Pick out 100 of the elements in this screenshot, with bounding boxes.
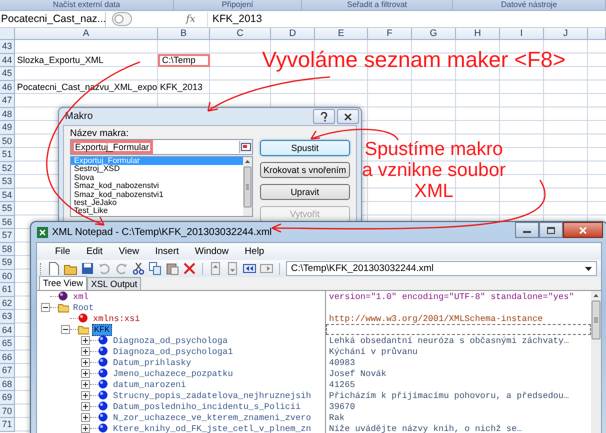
row-header[interactable]: 60 bbox=[0, 270, 15, 283]
row-header[interactable]: 52 bbox=[0, 162, 15, 175]
tree-node[interactable]: xml bbox=[72, 292, 90, 302]
macro-list-item[interactable]: Smaz_kod_nabozenstvi bbox=[71, 182, 243, 191]
close-button[interactable] bbox=[337, 109, 359, 124]
menu-item[interactable]: View bbox=[110, 246, 148, 257]
table-cell[interactable]: KFK_2013 bbox=[158, 80, 210, 94]
row-header[interactable]: 47 bbox=[0, 94, 15, 108]
column-header[interactable]: G bbox=[412, 28, 456, 40]
column-header[interactable]: J bbox=[544, 28, 588, 40]
tab[interactable]: XSL Output bbox=[87, 277, 142, 290]
row-header[interactable]: 62 bbox=[0, 296, 15, 310]
copy-icon[interactable] bbox=[149, 262, 162, 275]
path-field[interactable]: C:\Temp\KFK_201303032244.xml bbox=[286, 261, 597, 276]
column-header[interactable]: B bbox=[158, 28, 210, 40]
menu-item[interactable]: File bbox=[47, 246, 78, 257]
expand-icon[interactable] bbox=[81, 402, 90, 411]
tree-node[interactable]: Datum_posledniho_incidentu_s_Policii bbox=[112, 402, 302, 412]
row-header[interactable]: 64 bbox=[0, 324, 15, 337]
macro-list-item[interactable]: Smaz_kod_nabozenstvi1 bbox=[71, 190, 243, 200]
nudge-right-icon[interactable] bbox=[260, 262, 273, 275]
tree-node[interactable]: Jmeno_uchazece_pozpatku bbox=[112, 368, 234, 378]
menu-item[interactable]: Help bbox=[236, 246, 272, 257]
macro-list-item[interactable]: test_JeJako bbox=[71, 199, 243, 208]
column-header[interactable]: E bbox=[315, 28, 368, 40]
row-header[interactable]: 61 bbox=[0, 283, 15, 296]
paste-icon[interactable] bbox=[166, 262, 179, 275]
row-header[interactable]: 66 bbox=[0, 350, 15, 364]
column-header[interactable]: F bbox=[368, 28, 412, 40]
expand-icon[interactable] bbox=[81, 413, 90, 422]
tree-node[interactable]: Ktere_knihy_od_FK_jste_cetl_v_plnem_zn bbox=[112, 424, 312, 433]
row-header[interactable]: 54 bbox=[0, 188, 15, 202]
row-header[interactable]: 59 bbox=[0, 256, 15, 270]
column-header[interactable]: I bbox=[500, 28, 544, 40]
expand-icon[interactable] bbox=[81, 424, 90, 433]
dialog-button[interactable]: Spustit bbox=[260, 140, 350, 156]
menu-item[interactable]: Window bbox=[186, 246, 237, 257]
collapse-icon[interactable] bbox=[61, 325, 70, 334]
row-header[interactable]: 48 bbox=[0, 108, 15, 121]
row-header[interactable]: 56 bbox=[0, 216, 15, 229]
expand-icon[interactable] bbox=[81, 369, 90, 378]
close-button[interactable] bbox=[563, 222, 603, 238]
row-header[interactable]: 53 bbox=[0, 175, 15, 188]
nudge-up-icon[interactable] bbox=[209, 262, 222, 275]
menu-item[interactable]: Insert bbox=[147, 246, 187, 257]
row-header[interactable]: 67 bbox=[0, 364, 15, 378]
minimize-button[interactable] bbox=[515, 222, 539, 238]
row-header[interactable]: 63 bbox=[0, 310, 15, 324]
column-header[interactable]: A bbox=[15, 28, 158, 40]
row-header[interactable]: 55 bbox=[0, 202, 15, 216]
collapse-icon[interactable] bbox=[41, 303, 50, 312]
tree-node[interactable]: xmlns:xsi bbox=[92, 314, 141, 324]
table-cell[interactable]: Slozka_Exportu_XML bbox=[15, 54, 158, 67]
delete-icon[interactable] bbox=[183, 262, 196, 275]
column-header[interactable]: H bbox=[456, 28, 500, 40]
row-header[interactable]: 69 bbox=[0, 391, 15, 404]
nudge-left-icon[interactable] bbox=[243, 262, 256, 275]
expand-icon[interactable] bbox=[81, 380, 90, 389]
tree-node[interactable]: Datum_prihlasky bbox=[112, 358, 192, 368]
row-header[interactable]: 58 bbox=[0, 242, 15, 256]
row-header[interactable]: 50 bbox=[0, 134, 15, 148]
node-value: version="1.0" encoding="UTF-8" standalone="yes" bbox=[329, 292, 574, 302]
tree-node[interactable]: Diagnoza_od_psychologa bbox=[112, 336, 229, 346]
row-header[interactable]: 44 bbox=[0, 54, 15, 67]
expand-icon[interactable] bbox=[81, 347, 90, 356]
tree-node[interactable]: Root bbox=[72, 302, 95, 312]
tree-node[interactable]: N_zor_uchazece_ve_kterem_znameni_zvero bbox=[112, 412, 312, 422]
column-header[interactable]: D bbox=[271, 28, 315, 40]
row-header[interactable]: 45 bbox=[0, 67, 15, 80]
macro-list-item[interactable]: Test_Like bbox=[71, 207, 243, 216]
expand-icon[interactable] bbox=[81, 391, 90, 400]
row-header[interactable]: 71 bbox=[0, 418, 15, 432]
expand-icon[interactable] bbox=[81, 358, 90, 367]
menu-item[interactable]: Edit bbox=[78, 246, 111, 257]
help-button[interactable] bbox=[313, 109, 335, 124]
tree-node[interactable]: datum_narozeni bbox=[112, 380, 187, 390]
nudge-down-icon[interactable] bbox=[226, 262, 239, 275]
row-header[interactable]: 65 bbox=[0, 337, 15, 350]
row-header[interactable]: 46 bbox=[0, 80, 15, 94]
tree-node[interactable]: Diagnoza_od_psychologa1 bbox=[112, 346, 234, 356]
save-icon[interactable] bbox=[81, 262, 94, 275]
dialog-button[interactable]: Upravit bbox=[260, 184, 350, 200]
dialog-button[interactable]: Krokovat s vnořením bbox=[260, 162, 350, 178]
row-header[interactable]: 43 bbox=[0, 40, 15, 54]
insert-function-button[interactable]: fx bbox=[186, 14, 196, 24]
table-cell[interactable]: C:\Temp bbox=[158, 54, 210, 67]
column-header[interactable]: C bbox=[210, 28, 271, 40]
formula-field[interactable]: KFK_2013 bbox=[207, 12, 606, 26]
macro-list-item[interactable]: Sestroj_XSD bbox=[71, 165, 243, 174]
maximize-button[interactable] bbox=[539, 222, 563, 238]
row-header[interactable]: 57 bbox=[0, 229, 15, 242]
scissors-icon[interactable] bbox=[132, 262, 145, 275]
tree-node[interactable]: Strucny_popis_zadatelova_nejhruznejsih bbox=[112, 390, 312, 400]
row-header[interactable]: 68 bbox=[0, 378, 15, 391]
macro-list-item[interactable]: Slova bbox=[71, 174, 243, 182]
row-header[interactable]: 49 bbox=[0, 121, 15, 134]
expand-icon[interactable] bbox=[81, 336, 90, 345]
tree-node[interactable]: KFK bbox=[92, 324, 112, 336]
row-header[interactable]: 51 bbox=[0, 148, 15, 162]
row-header[interactable]: 70 bbox=[0, 404, 15, 418]
